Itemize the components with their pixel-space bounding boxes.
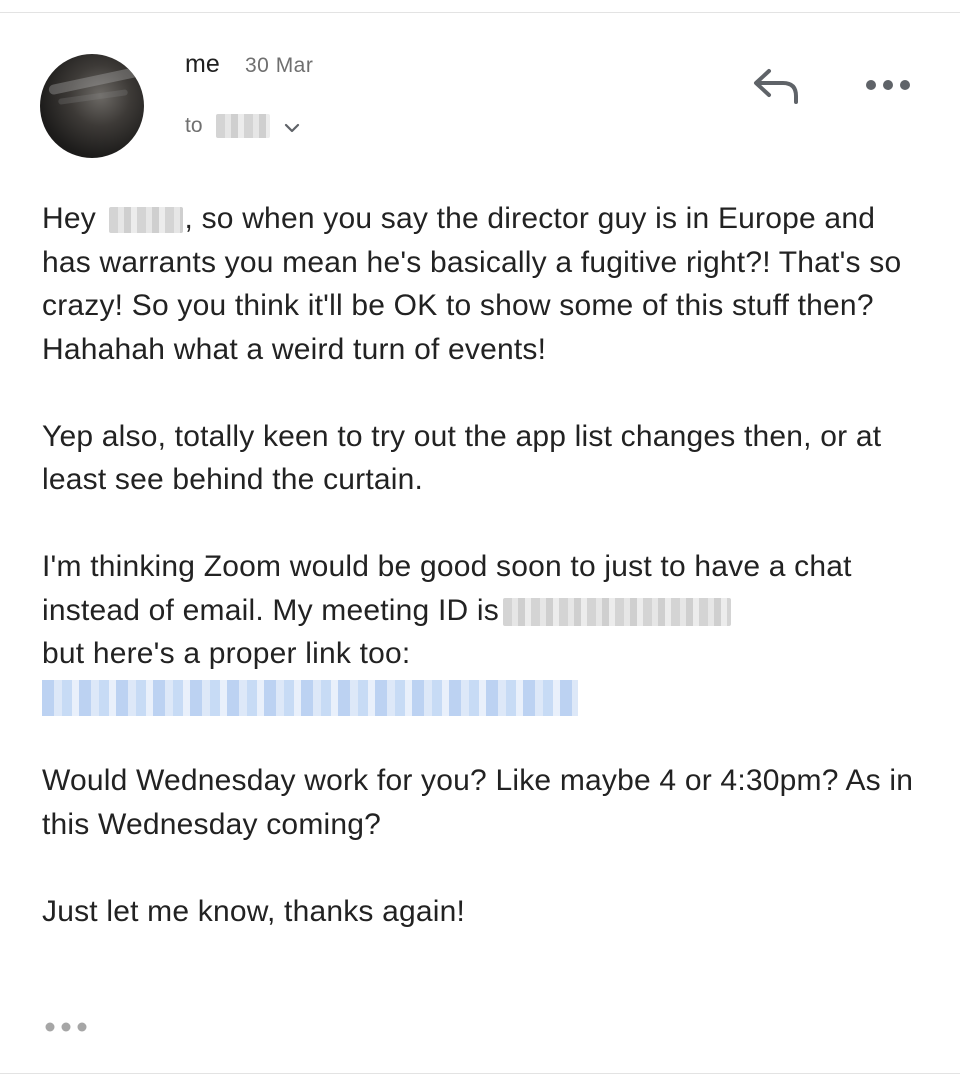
recipient-label: to <box>185 114 203 137</box>
chevron-down-icon[interactable] <box>282 118 302 138</box>
name-redacted <box>108 207 183 234</box>
more-horizontal-icon[interactable] <box>862 70 914 100</box>
recipient-redacted <box>216 114 270 138</box>
body-text-segment: Hey <box>42 202 105 235</box>
body-paragraph: I'm thinking Zoom would be good soon to … <box>42 545 922 716</box>
body-paragraph: Hey , so when you say the director guy i… <box>42 197 922 371</box>
body-paragraph: Would Wednesday work for you? Like maybe… <box>42 764 914 841</box>
reply-arrow-icon[interactable] <box>749 62 803 110</box>
body-text-segment: but here's a proper link too: <box>42 637 411 670</box>
message-date: 30 Mar <box>245 54 314 77</box>
ellipsis-icon[interactable] <box>42 1017 90 1037</box>
message-body: Hey , so when you say the director guy i… <box>42 197 922 977</box>
meeting-id-redacted <box>502 597 731 626</box>
meeting-link-redacted[interactable] <box>42 679 578 716</box>
avatar[interactable] <box>40 54 144 158</box>
sender-name[interactable]: me <box>185 50 220 79</box>
body-paragraph: Just let me know, thanks again! <box>42 894 466 928</box>
top-divider <box>0 12 960 13</box>
bottom-divider <box>0 1073 960 1074</box>
body-paragraph: Yep also, totally keen to try out the ap… <box>42 419 882 497</box>
